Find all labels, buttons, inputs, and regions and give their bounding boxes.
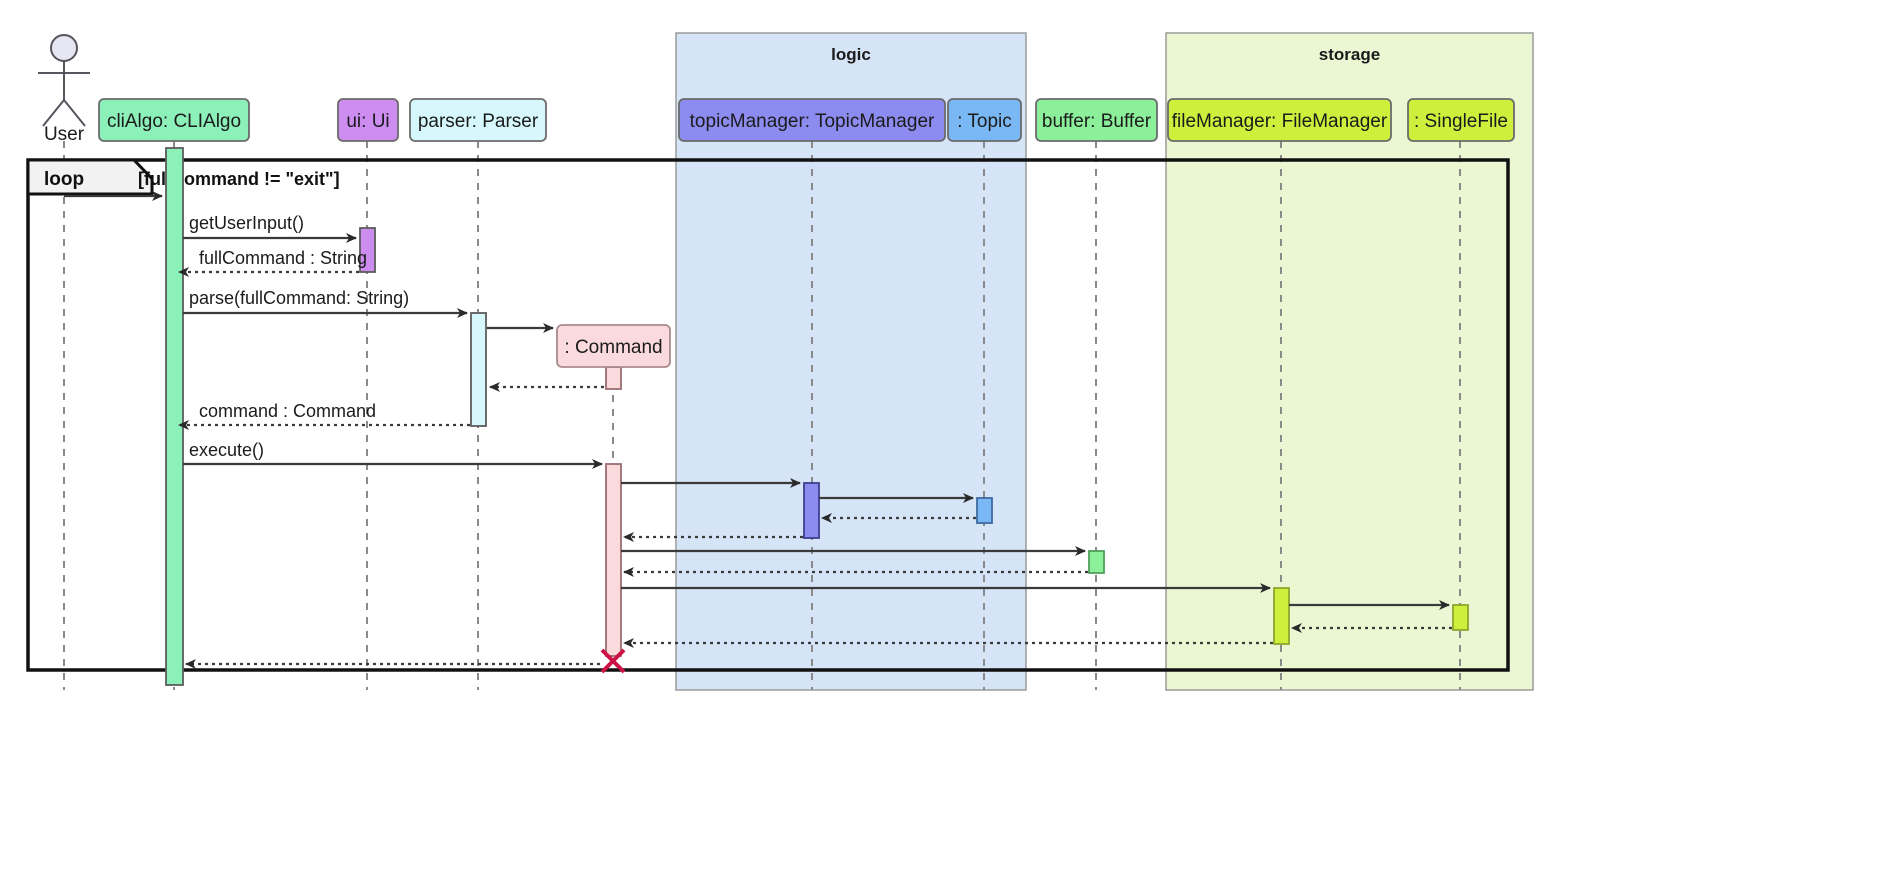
loop-kind-label: loop (44, 169, 84, 190)
message-label: fullCommand : String (199, 248, 367, 268)
participant-topic[interactable]: : Topic (947, 98, 1022, 142)
message-m3: fullCommand : String (178, 248, 367, 277)
message-m2: getUserInput() (183, 213, 357, 243)
activation-command (605, 463, 622, 657)
activation-parser (470, 312, 487, 427)
message-label: execute() (189, 440, 264, 460)
activation-topic (976, 497, 993, 524)
package-label: storage (1319, 45, 1380, 64)
message-m4: parse(fullCommand: String) (183, 288, 468, 318)
message-label: parse(fullCommand: String) (189, 288, 409, 308)
activation-buffer (1088, 550, 1105, 574)
participant-label: ui: Ui (346, 111, 389, 132)
participant-label: parser: Parser (418, 111, 539, 132)
message-m7: command : Command (178, 401, 470, 430)
message-label: command : Command (199, 401, 376, 421)
participant-label: : Command (564, 337, 662, 358)
participant-label: cliAlgo: CLIAlgo (107, 111, 241, 132)
activation-fileManager (1273, 587, 1290, 645)
participant-label: : SingleFile (1414, 111, 1508, 132)
activation-topicManager (803, 482, 820, 539)
participant-label: : Topic (957, 111, 1012, 132)
participant-fileManager[interactable]: fileManager: FileManager (1167, 98, 1392, 142)
activation-command (605, 366, 622, 390)
uml-sequence-diagram: logic storage loop [fullCommand != "exit"]… (26, 32, 1534, 691)
participant-cliAlgo[interactable]: cliAlgo: CLIAlgo (98, 98, 250, 142)
actor-user-icon: User (38, 34, 90, 145)
participant-topicManager[interactable]: topicManager: TopicManager (678, 98, 946, 142)
package-label: logic (831, 45, 871, 64)
sequence-diagram-canvas: logic storage loop [fullCommand != "exit"]… (0, 0, 1896, 888)
activation-cliAlgo (165, 147, 184, 686)
participant-ui[interactable]: ui: Ui (337, 98, 399, 142)
participant-singleFile[interactable]: : SingleFile (1407, 98, 1515, 142)
participant-parser[interactable]: parser: Parser (409, 98, 547, 142)
participant-label: buffer: Buffer (1042, 111, 1152, 132)
activation-singleFile (1452, 604, 1469, 631)
participant-label: topicManager: TopicManager (690, 111, 935, 132)
actor-label-user: User (44, 124, 85, 145)
message-label: getUserInput() (189, 213, 304, 233)
participant-buffer[interactable]: buffer: Buffer (1035, 98, 1158, 142)
participant-command[interactable]: : Command (556, 324, 671, 368)
message-m8: execute() (183, 440, 603, 469)
participant-label: fileManager: FileManager (1172, 111, 1388, 132)
